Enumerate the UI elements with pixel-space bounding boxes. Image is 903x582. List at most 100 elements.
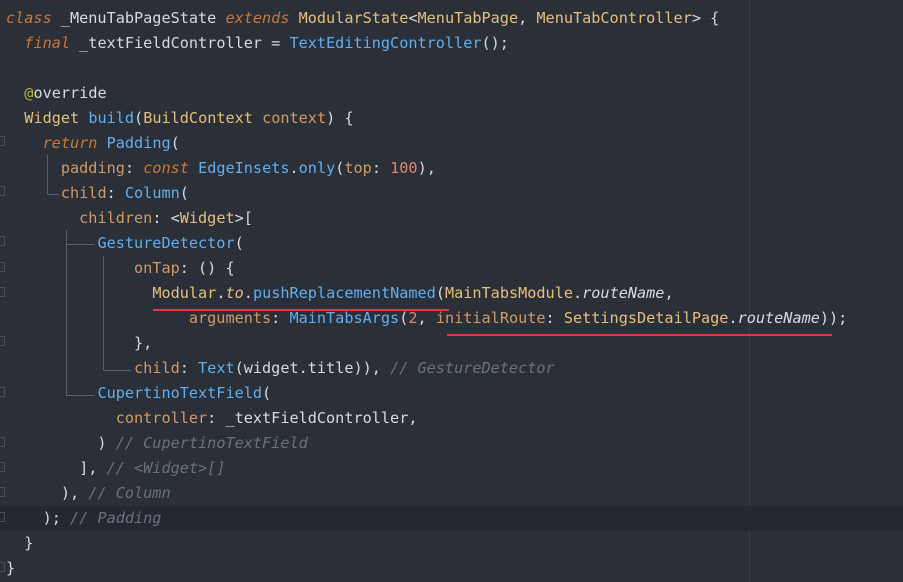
fold-marker[interactable] bbox=[0, 236, 5, 246]
code-token: arguments bbox=[188, 309, 272, 327]
code-token: Widget bbox=[24, 109, 80, 127]
code-token: return bbox=[42, 134, 98, 152]
fold-marker[interactable] bbox=[0, 512, 5, 522]
fold-marker[interactable] bbox=[0, 437, 5, 447]
code-line[interactable]: class _MenuTabPageState extends ModularS… bbox=[0, 6, 903, 31]
code-token: onTap bbox=[134, 259, 180, 277]
code-token: // Padding bbox=[70, 509, 162, 527]
code-line[interactable]: child: Text(widget.title)), // GestureDe… bbox=[0, 356, 903, 381]
code-token: } bbox=[6, 534, 34, 552]
indent-guide bbox=[66, 230, 67, 245]
fold-marker[interactable] bbox=[0, 387, 5, 397]
code-line[interactable]: final _textFieldController = TextEditing… bbox=[0, 31, 903, 56]
fold-marker[interactable] bbox=[0, 487, 5, 497]
code-token: (widget.title)), bbox=[234, 359, 391, 377]
code-token: top bbox=[344, 159, 372, 177]
code-line[interactable]: @override bbox=[0, 81, 903, 106]
code-token: MenuTabPage bbox=[417, 9, 519, 27]
code-token: } bbox=[6, 559, 16, 577]
fold-marker[interactable] bbox=[0, 336, 5, 346]
code-token: , bbox=[518, 9, 537, 27]
code-token: : bbox=[545, 309, 564, 327]
code-token: ); bbox=[6, 509, 71, 527]
code-line-text: ); // Padding bbox=[6, 506, 162, 531]
code-token: // GestureDetector bbox=[390, 359, 555, 377]
code-line[interactable]: GestureDetector( bbox=[0, 231, 903, 256]
code-token: Column bbox=[124, 184, 180, 202]
code-token: < bbox=[408, 9, 418, 27]
code-line[interactable]: CupertinoTextField( bbox=[0, 381, 903, 406]
code-token: only bbox=[298, 159, 336, 177]
code-line-text: ), // Column bbox=[6, 481, 171, 506]
code-line-text: child: Column( bbox=[6, 181, 189, 206]
code-token: routeName bbox=[737, 309, 820, 327]
code-token: (); bbox=[481, 34, 509, 52]
code-line-text: } bbox=[6, 531, 33, 556]
code-line[interactable]: ) // CupertinoTextField bbox=[0, 431, 903, 456]
code-token: Widget bbox=[179, 209, 235, 227]
indent-guide bbox=[47, 194, 59, 195]
code-token: CupertinoTextField bbox=[97, 384, 263, 402]
code-token: , bbox=[664, 284, 674, 302]
fold-marker[interactable] bbox=[0, 287, 5, 297]
code-line[interactable]: Modular.to.pushReplacementNamed(MainTabs… bbox=[0, 281, 903, 306]
code-token: _textFieldController = bbox=[70, 34, 290, 52]
code-token: TextEditingController bbox=[289, 34, 482, 52]
code-token: . bbox=[572, 284, 583, 302]
code-line[interactable]: Widget build(BuildContext context) { bbox=[0, 106, 903, 131]
code-line[interactable]: children: <Widget>[ bbox=[0, 206, 903, 231]
code-token: , bbox=[417, 309, 436, 327]
code-editor[interactable]: class _MenuTabPageState extends ModularS… bbox=[0, 0, 903, 582]
code-line[interactable]: } bbox=[0, 556, 903, 581]
fold-marker[interactable] bbox=[0, 186, 5, 196]
indent-guide bbox=[66, 244, 67, 396]
code-token: . bbox=[728, 309, 738, 327]
fold-marker[interactable] bbox=[0, 562, 5, 572]
code-token: context bbox=[262, 109, 327, 127]
code-token: 100 bbox=[390, 159, 418, 177]
code-line[interactable]: controller: _textFieldController, bbox=[0, 406, 903, 431]
fold-marker[interactable] bbox=[0, 262, 5, 272]
code-line-text: children: <Widget>[ bbox=[6, 206, 253, 231]
code-token: padding bbox=[60, 159, 125, 177]
code-line[interactable]: } bbox=[0, 531, 903, 556]
code-token: : bbox=[371, 159, 391, 177]
indent-guide bbox=[66, 395, 94, 396]
code-line[interactable]: ], // <Widget>[] bbox=[0, 456, 903, 481]
code-line-text: }, bbox=[6, 331, 152, 356]
code-line[interactable]: padding: const EdgeInsets.only(top: 100)… bbox=[0, 156, 903, 181]
code-line[interactable]: child: Column( bbox=[0, 181, 903, 206]
fold-marker[interactable] bbox=[0, 462, 5, 472]
code-line[interactable]: onTap: () { bbox=[0, 256, 903, 281]
code-line[interactable]: arguments: MainTabsArgs(2, initialRoute:… bbox=[0, 306, 903, 331]
code-token: ( bbox=[179, 184, 189, 202]
code-token: Text bbox=[198, 359, 235, 377]
code-token: build bbox=[88, 109, 135, 127]
code-token: . bbox=[289, 159, 299, 177]
code-line[interactable] bbox=[0, 56, 903, 81]
code-line[interactable]: return Padding( bbox=[0, 131, 903, 156]
code-token: MainTabsArgs bbox=[289, 309, 400, 327]
code-line-text: Widget build(BuildContext context) { bbox=[6, 106, 353, 131]
code-line-text: class _MenuTabPageState extends ModularS… bbox=[6, 6, 719, 31]
code-token: ), bbox=[6, 484, 89, 502]
code-line[interactable]: ); // Padding bbox=[0, 506, 903, 531]
code-line-text: controller: _textFieldController, bbox=[6, 406, 418, 431]
code-token: initialRoute bbox=[435, 309, 546, 327]
highlight-underline-push-replacement bbox=[153, 309, 449, 311]
code-token: >[ bbox=[234, 209, 253, 227]
indent-guide bbox=[47, 155, 48, 195]
code-token: ( bbox=[170, 134, 180, 152]
fold-marker[interactable] bbox=[0, 136, 5, 146]
code-line-text: final _textFieldController = TextEditing… bbox=[6, 31, 509, 56]
code-line[interactable]: ), // Column bbox=[0, 481, 903, 506]
